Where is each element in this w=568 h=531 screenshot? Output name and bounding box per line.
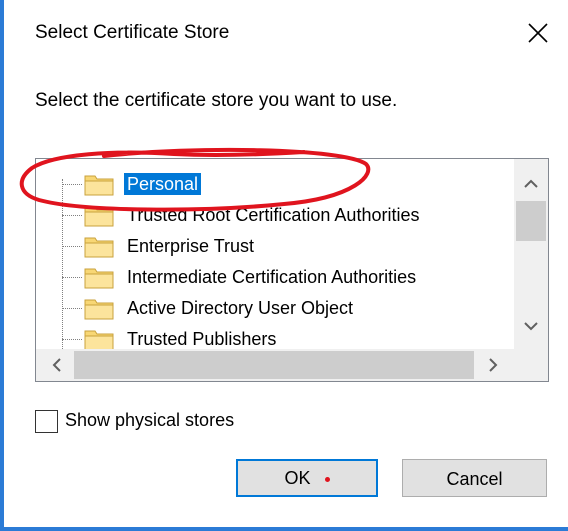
tree-connector-line [62, 179, 63, 349]
tree-item-enterprise-trust[interactable]: Enterprise Trust [62, 231, 514, 261]
folder-icon [84, 330, 114, 349]
certificate-store-tree[interactable]: Personal Trusted Root Certification Auth… [35, 158, 549, 382]
tree-item-label: Personal [124, 173, 202, 195]
vertical-scroll-thumb[interactable] [516, 201, 546, 241]
cancel-button-label: Cancel [446, 469, 503, 489]
tree-items-viewport: Personal Trusted Root Certification Auth… [36, 159, 514, 349]
close-icon [528, 23, 548, 43]
folder-icon [84, 299, 114, 320]
vertical-scrollbar[interactable] [514, 159, 548, 349]
dialog-title: Select Certificate Store [35, 22, 230, 43]
red-annotation-dot [324, 476, 330, 482]
folder-icon [84, 206, 114, 227]
title-bar: Select Certificate Store [4, 0, 568, 66]
horizontal-scroll-thumb[interactable] [74, 351, 474, 379]
tree-item-active-directory[interactable]: Active Directory User Object [62, 293, 514, 323]
show-physical-stores-checkbox[interactable] [35, 410, 58, 433]
chevron-up-icon [524, 179, 538, 188]
tree-item-label: Intermediate Certification Authorities [127, 267, 417, 287]
tree-item-label: Trusted Root Certification Authorities [127, 205, 420, 225]
scroll-right-button[interactable] [476, 349, 510, 381]
chevron-left-icon [52, 358, 61, 372]
close-button[interactable] [514, 10, 562, 56]
scroll-up-button[interactable] [514, 167, 548, 201]
chevron-down-icon [524, 322, 538, 331]
tree-item-label: Enterprise Trust [127, 236, 255, 256]
tree-item-trusted-publishers[interactable]: Trusted Publishers [62, 324, 514, 349]
ok-button[interactable]: OK [236, 459, 378, 497]
tree-item-label: Trusted Publishers [127, 329, 277, 349]
scroll-left-button[interactable] [40, 349, 74, 381]
window-accent-border [0, 0, 4, 531]
prompt-text: Select the certificate store you want to… [35, 90, 398, 111]
select-certificate-store-dialog: Select Certificate Store Select the cert… [0, 0, 568, 531]
tree-item-intermediate[interactable]: Intermediate Certification Authorities [62, 262, 514, 292]
window-bottom-border [0, 527, 568, 531]
folder-icon [84, 268, 114, 289]
chevron-right-icon [489, 358, 498, 372]
cancel-button[interactable]: Cancel [402, 459, 547, 497]
scrollbar-corner [514, 349, 548, 381]
folder-icon [84, 175, 114, 196]
folder-icon [84, 237, 114, 258]
tree-item-trusted-root[interactable]: Trusted Root Certification Authorities [62, 200, 514, 230]
show-physical-stores-label: Show physical stores [65, 410, 235, 430]
tree-item-label: Active Directory User Object [127, 298, 354, 318]
horizontal-scrollbar[interactable] [36, 349, 514, 381]
tree-item-personal[interactable]: Personal [62, 169, 514, 199]
scroll-down-button[interactable] [514, 309, 548, 343]
ok-button-label: OK [284, 468, 311, 488]
